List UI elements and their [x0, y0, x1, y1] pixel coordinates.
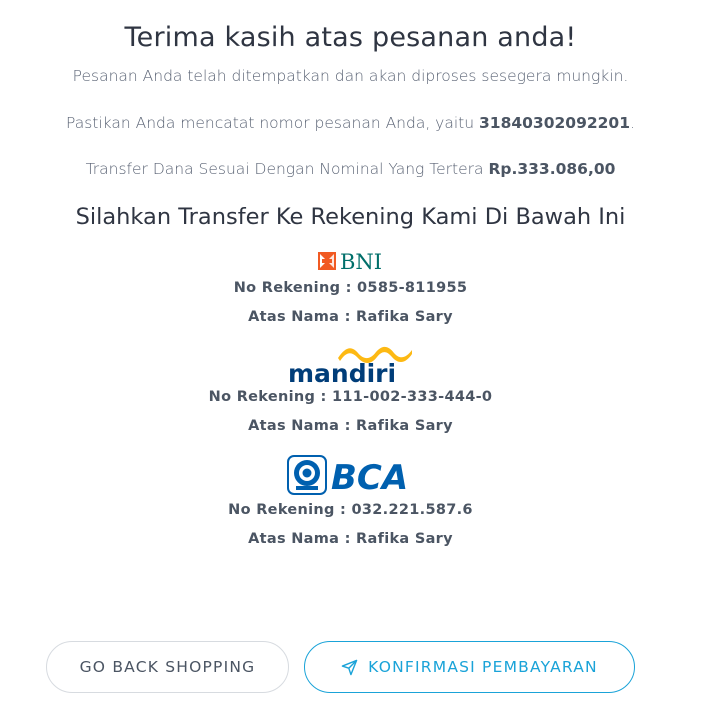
mandiri-logo-icon: mandiri — [288, 346, 412, 386]
mandiri-account-label: No Rekening : — [208, 389, 332, 405]
mandiri-logo: mandiri — [0, 344, 701, 386]
order-number: 31840302092201 — [479, 114, 630, 132]
bca-logo-icon: BCA — [286, 455, 408, 495]
bni-account-label: No Rekening : — [233, 280, 358, 296]
mandiri-account-number: 111-002-333-444-0 — [331, 389, 493, 405]
send-icon — [341, 659, 358, 676]
page-subtitle: Pesanan Anda telah ditempatkan dan akan … — [72, 67, 629, 85]
bni-logo-icon: BNI — [317, 250, 382, 272]
go-back-shopping-label: GO BACK SHOPPING — [79, 658, 256, 676]
transfer-text: Transfer Dana Sesuai Dengan Nominal Yang… — [85, 160, 489, 178]
bca-account-name: Rafika Sary — [356, 531, 453, 547]
bni-account-number: 0585-811955 — [357, 280, 468, 296]
bca-account-number: 032.221.587.6 — [351, 502, 473, 518]
bca-account-label: No Rekening : — [228, 502, 352, 518]
bni-logo: BNI — [0, 250, 701, 272]
bni-name-label: Atas Nama : — [248, 309, 357, 325]
mandiri-account-number-row: No Rekening : 111-002-333-444-0 — [0, 389, 701, 405]
transfer-amount-note: Transfer Dana Sesuai Dengan Nominal Yang… — [0, 160, 701, 178]
order-number-note: Pastikan Anda mencatat nomor pesanan And… — [0, 114, 701, 132]
mandiri-account-name: Rafika Sary — [356, 418, 453, 434]
bni-account-number-row: No Rekening : 0585-811955 — [0, 280, 701, 296]
order-note-suffix: . — [630, 114, 635, 132]
bank-section-heading: Silahkan Transfer Ke Rekening Kami Di Ba… — [0, 204, 701, 230]
mandiri-logo-text: mandiri — [288, 359, 396, 386]
transfer-amount: Rp.333.086,00 — [488, 160, 616, 178]
mandiri-name-label: Atas Nama : — [248, 418, 357, 434]
bni-account-name-row: Atas Nama : Rafika Sary — [0, 309, 701, 325]
order-note-prefix: Pastikan Anda mencatat nomor pesanan And… — [66, 114, 479, 132]
page-title: Terima kasih atas pesanan anda! — [124, 22, 577, 53]
bni-account-name: Rafika Sary — [356, 309, 453, 325]
bca-logo-text: BCA — [331, 458, 408, 495]
bca-account-name-row: Atas Nama : Rafika Sary — [0, 531, 701, 547]
bca-account-number-row: No Rekening : 032.221.587.6 — [0, 502, 701, 518]
bca-name-label: Atas Nama : — [248, 531, 357, 547]
page-header: Terima kasih atas pesanan anda! — [0, 22, 701, 53]
confirm-payment-label: KONFIRMASI PEMBAYARAN — [368, 658, 598, 676]
go-back-shopping-button[interactable]: GO BACK SHOPPING — [46, 641, 289, 693]
bni-logo-text: BNI — [340, 250, 382, 272]
mandiri-account-name-row: Atas Nama : Rafika Sary — [0, 418, 701, 434]
confirm-payment-button[interactable]: KONFIRMASI PEMBAYARAN — [304, 641, 635, 693]
bank-heading: Silahkan Transfer Ke Rekening Kami Di Ba… — [75, 204, 626, 230]
bca-logo: BCA — [0, 455, 701, 495]
